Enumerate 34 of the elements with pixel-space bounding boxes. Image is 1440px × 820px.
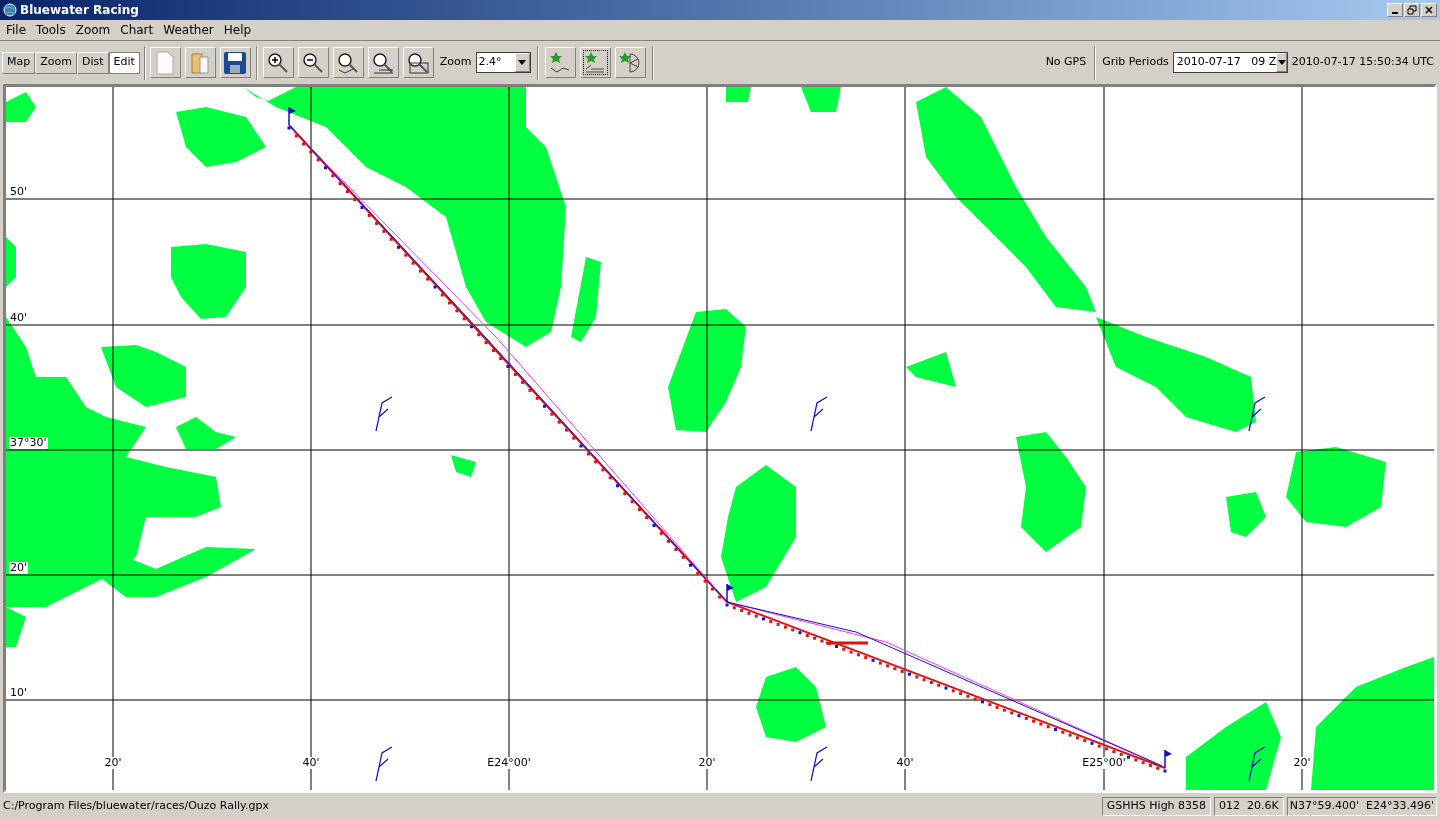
latitude-label: 10' <box>9 687 29 699</box>
longitude-label: 20' <box>103 757 123 769</box>
window-title: Bluewater Racing <box>20 2 139 19</box>
menu-item[interactable]: Help <box>219 21 256 39</box>
coastline-status: GSHHS High 8358 <box>1101 797 1212 816</box>
zoom-select[interactable]: 2.4° <box>475 52 531 73</box>
latitude-label: 50' <box>9 186 29 198</box>
latitude-label: 20' <box>9 562 29 574</box>
latitude-label: 37°30' <box>9 437 48 449</box>
menu-item[interactable]: Weather <box>159 21 218 39</box>
latitude-label: 40' <box>9 312 29 324</box>
longitude-label: E24°00' <box>486 757 532 769</box>
file-path: C:/Program Files/bluewater/races/Ouzo Rally.gpx <box>3 798 270 815</box>
longitude-label: 20' <box>697 757 717 769</box>
menu-item[interactable]: Chart <box>116 21 158 39</box>
longitude-label: E25°00' <box>1081 757 1127 769</box>
mode-button[interactable]: Zoom <box>35 51 77 74</box>
longitude-label: 40' <box>301 757 321 769</box>
clock: 2010-07-17 15:50:34 UTC <box>1291 54 1434 71</box>
menu-item[interactable]: File <box>2 21 31 39</box>
gps-status: No GPS <box>1045 54 1087 71</box>
menu-item[interactable]: Tools <box>32 21 70 39</box>
longitude-label: 40' <box>895 757 915 769</box>
zoom-status: 012 20.6K <box>1214 797 1284 816</box>
grib-label: Grib Periods <box>1102 54 1169 71</box>
position-status: N37°59.400' E24°33.496' <box>1286 797 1437 816</box>
mode-button[interactable]: Edit <box>108 51 140 74</box>
mode-button[interactable]: Dist <box>76 51 109 74</box>
mode-button[interactable]: Map <box>2 51 36 74</box>
chart-map[interactable]: 50' 40' 37°30' 20' 10' 20' 40' E24°00' 20' 40' E25°00' 20' <box>3 84 1437 793</box>
zoom-label: Zoom <box>439 54 472 71</box>
grib-select[interactable]: 2010-07-17 09 Z <box>1172 52 1288 73</box>
longitude-label: 20' <box>1292 757 1312 769</box>
menu-item[interactable]: Zoom <box>71 21 115 39</box>
